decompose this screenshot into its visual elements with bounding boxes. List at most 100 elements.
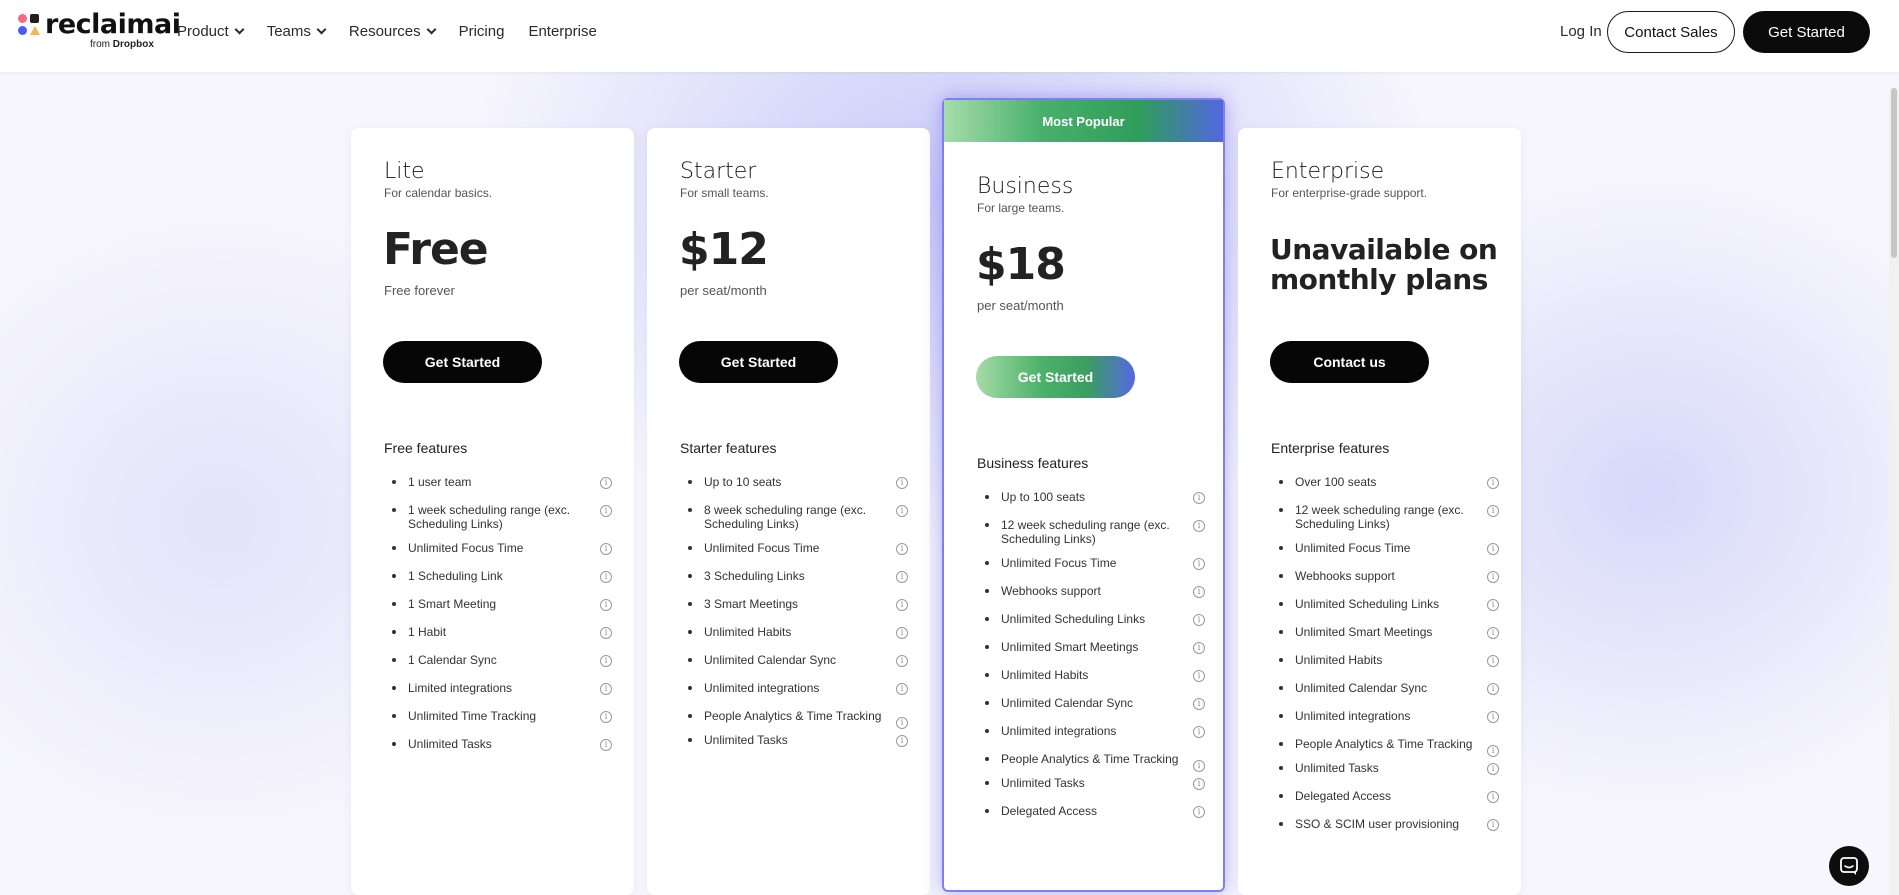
info-icon[interactable]: i xyxy=(1487,745,1499,757)
feature-item: People Analytics & Time Tracking i xyxy=(1271,737,1499,757)
reclaim-logo[interactable]: reclaimai from Dropbox xyxy=(17,9,181,54)
page-scrollbar[interactable] xyxy=(1889,88,1899,895)
info-icon[interactable]: i xyxy=(600,477,612,489)
nav-pricing[interactable]: Pricing xyxy=(459,21,505,41)
info-icon[interactable]: i xyxy=(1487,505,1499,517)
info-icon[interactable]: i xyxy=(1193,726,1205,738)
nav-teams-label: Teams xyxy=(266,22,311,40)
info-icon[interactable]: i xyxy=(896,477,908,489)
info-icon[interactable]: i xyxy=(1193,698,1205,710)
info-icon[interactable]: i xyxy=(600,711,612,723)
info-icon[interactable]: i xyxy=(1193,778,1205,790)
feature-text: Unlimited Calendar Sync xyxy=(704,653,837,667)
nav-product-label: Product xyxy=(177,22,229,40)
info-icon[interactable]: i xyxy=(896,571,908,583)
feature-text: Unlimited Tasks xyxy=(704,733,788,747)
logo-sub-brand: Dropbox xyxy=(112,39,154,50)
plan-subtitle: For enterprise-grade support. xyxy=(1271,186,1428,200)
plan-name: Starter xyxy=(680,159,757,184)
chevron-down-icon xyxy=(316,24,327,34)
get-started-button[interactable]: Get Started xyxy=(679,341,838,383)
feature-text: People Analytics & Time Tracking xyxy=(704,709,882,723)
login-link[interactable]: Log In xyxy=(1560,23,1602,40)
feature-item: Delegated Access i xyxy=(977,804,1205,818)
info-icon[interactable]: i xyxy=(1193,520,1205,532)
info-icon[interactable]: i xyxy=(1487,683,1499,695)
feature-item: Unlimited integrations i xyxy=(1271,709,1499,723)
info-icon[interactable]: i xyxy=(1487,819,1499,831)
info-icon[interactable]: i xyxy=(1487,655,1499,667)
feature-item: 1 user team i xyxy=(384,475,612,489)
info-icon[interactable]: i xyxy=(896,683,908,695)
feature-text: Unlimited Tasks xyxy=(1295,761,1379,775)
feature-item: 1 week scheduling range (exc. Scheduling… xyxy=(384,503,612,531)
nav-enterprise[interactable]: Enterprise xyxy=(528,21,596,41)
feature-item: Unlimited Tasks i xyxy=(977,776,1205,790)
info-icon[interactable]: i xyxy=(896,627,908,639)
info-icon[interactable]: i xyxy=(600,599,612,611)
plan-subtitle: For large teams. xyxy=(977,201,1065,215)
nav-product[interactable]: Product xyxy=(177,21,245,41)
info-icon[interactable]: i xyxy=(896,735,908,747)
info-icon[interactable]: i xyxy=(896,717,908,729)
feature-item: Unlimited Focus Time i xyxy=(384,541,612,555)
info-icon[interactable]: i xyxy=(896,505,908,517)
info-icon[interactable]: i xyxy=(1487,477,1499,489)
scrollbar-thumb[interactable] xyxy=(1891,88,1897,258)
info-icon[interactable]: i xyxy=(600,627,612,639)
info-icon[interactable]: i xyxy=(1193,492,1205,504)
info-icon[interactable]: i xyxy=(1487,711,1499,723)
logo-sub-prefix: from xyxy=(90,39,110,50)
info-icon[interactable]: i xyxy=(1487,599,1499,611)
info-icon[interactable]: i xyxy=(1193,558,1205,570)
plan-period: Free forever xyxy=(384,283,455,298)
header-get-started-button[interactable]: Get Started xyxy=(1743,11,1870,53)
info-icon[interactable]: i xyxy=(1193,806,1205,818)
info-icon[interactable]: i xyxy=(600,543,612,555)
nav-teams[interactable]: Teams xyxy=(266,21,327,41)
feature-text: People Analytics & Time Tracking xyxy=(1001,752,1179,766)
info-icon[interactable]: i xyxy=(600,683,612,695)
nav-resources[interactable]: Resources xyxy=(349,21,437,41)
chat-launcher-button[interactable] xyxy=(1829,846,1869,886)
feature-text: Unlimited Calendar Sync xyxy=(1001,696,1134,710)
contact-sales-button[interactable]: Contact Sales xyxy=(1607,11,1735,53)
info-icon[interactable]: i xyxy=(1487,763,1499,775)
feature-item: 1 Scheduling Link i xyxy=(384,569,612,583)
get-started-button[interactable]: Get Started xyxy=(976,356,1135,398)
feature-item: Unlimited Tasks i xyxy=(1271,761,1499,775)
contact-us-button[interactable]: Contact us xyxy=(1270,341,1429,383)
feature-item: Unlimited Calendar Sync i xyxy=(1271,681,1499,695)
feature-text: Unlimited Focus Time xyxy=(408,541,524,555)
info-icon[interactable]: i xyxy=(896,599,908,611)
feature-text: Unlimited integrations xyxy=(704,681,820,695)
info-icon[interactable]: i xyxy=(600,505,612,517)
info-icon[interactable]: i xyxy=(1487,543,1499,555)
info-icon[interactable]: i xyxy=(1487,627,1499,639)
info-icon[interactable]: i xyxy=(600,655,612,667)
feature-text: 3 Smart Meetings xyxy=(704,597,799,611)
info-icon[interactable]: i xyxy=(600,739,612,751)
info-icon[interactable]: i xyxy=(600,571,612,583)
plan-price: $18 xyxy=(976,239,1066,290)
feature-item: 12 week scheduling range (exc. Schedulin… xyxy=(977,518,1205,546)
info-icon[interactable]: i xyxy=(896,543,908,555)
info-icon[interactable]: i xyxy=(896,655,908,667)
info-icon[interactable]: i xyxy=(1193,760,1205,772)
info-icon[interactable]: i xyxy=(1193,670,1205,682)
feature-text: 3 Scheduling Links xyxy=(704,569,805,583)
feature-text: Webhooks support xyxy=(1001,584,1101,598)
feature-text: Unlimited Smart Meetings xyxy=(1001,640,1139,654)
feature-item: Unlimited Time Tracking i xyxy=(384,709,612,723)
info-icon[interactable]: i xyxy=(1487,571,1499,583)
get-started-button[interactable]: Get Started xyxy=(383,341,542,383)
info-icon[interactable]: i xyxy=(1193,642,1205,654)
info-icon[interactable]: i xyxy=(1193,614,1205,626)
feature-item: Unlimited Focus Time i xyxy=(977,556,1205,570)
feature-text: Over 100 seats xyxy=(1295,475,1377,489)
feature-item: Up to 10 seats i xyxy=(680,475,908,489)
feature-text: 1 Calendar Sync xyxy=(408,653,497,667)
plan-card-starter: Starter For small teams. $12 per seat/mo… xyxy=(647,128,930,895)
info-icon[interactable]: i xyxy=(1487,791,1499,803)
info-icon[interactable]: i xyxy=(1193,586,1205,598)
